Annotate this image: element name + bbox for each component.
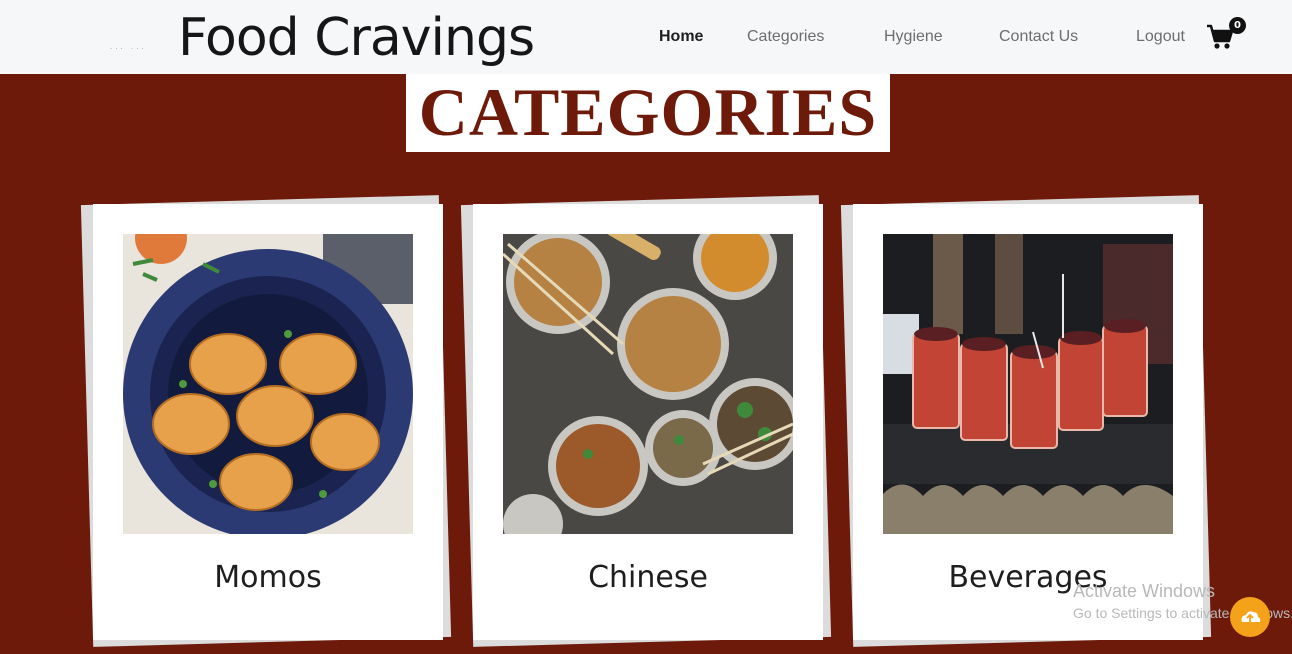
category-card-beverages[interactable]: Beverages [840,195,1212,647]
momos-photo[interactable] [123,234,413,534]
navbar: ··· ··· Food Cravings Home Categories Hy… [0,0,1292,74]
heading-box: CATEGORIES [406,74,890,152]
card-title-chinese[interactable]: Chinese [473,560,823,596]
nav-logout[interactable]: Logout [1136,26,1185,48]
card-body: Chinese [473,204,823,640]
cloud-upload-icon [1241,611,1261,622]
cart-count-badge: 0 [1229,17,1246,34]
floating-action-button[interactable] [1230,597,1270,637]
card-body: Beverages [853,204,1203,640]
nav-categories[interactable]: Categories [747,26,824,48]
nav-contact-us[interactable]: Contact Us [999,26,1078,48]
activate-windows-watermark: Activate Windows [1073,581,1216,601]
logo-image[interactable]: ··· ··· [110,46,160,53]
nav-home[interactable]: Home [659,26,703,48]
brand-title[interactable]: Food Cravings [178,6,535,70]
card-title-momos[interactable]: Momos [93,560,443,596]
chinese-photo[interactable] [503,234,793,534]
category-card-chinese[interactable]: Chinese [460,195,832,647]
card-body: Momos [93,204,443,640]
nav-hygiene[interactable]: Hygiene [884,26,943,48]
beverages-photo[interactable] [883,234,1173,534]
category-card-momos[interactable]: Momos [80,195,452,647]
page-title: CATEGORIES [418,74,878,150]
